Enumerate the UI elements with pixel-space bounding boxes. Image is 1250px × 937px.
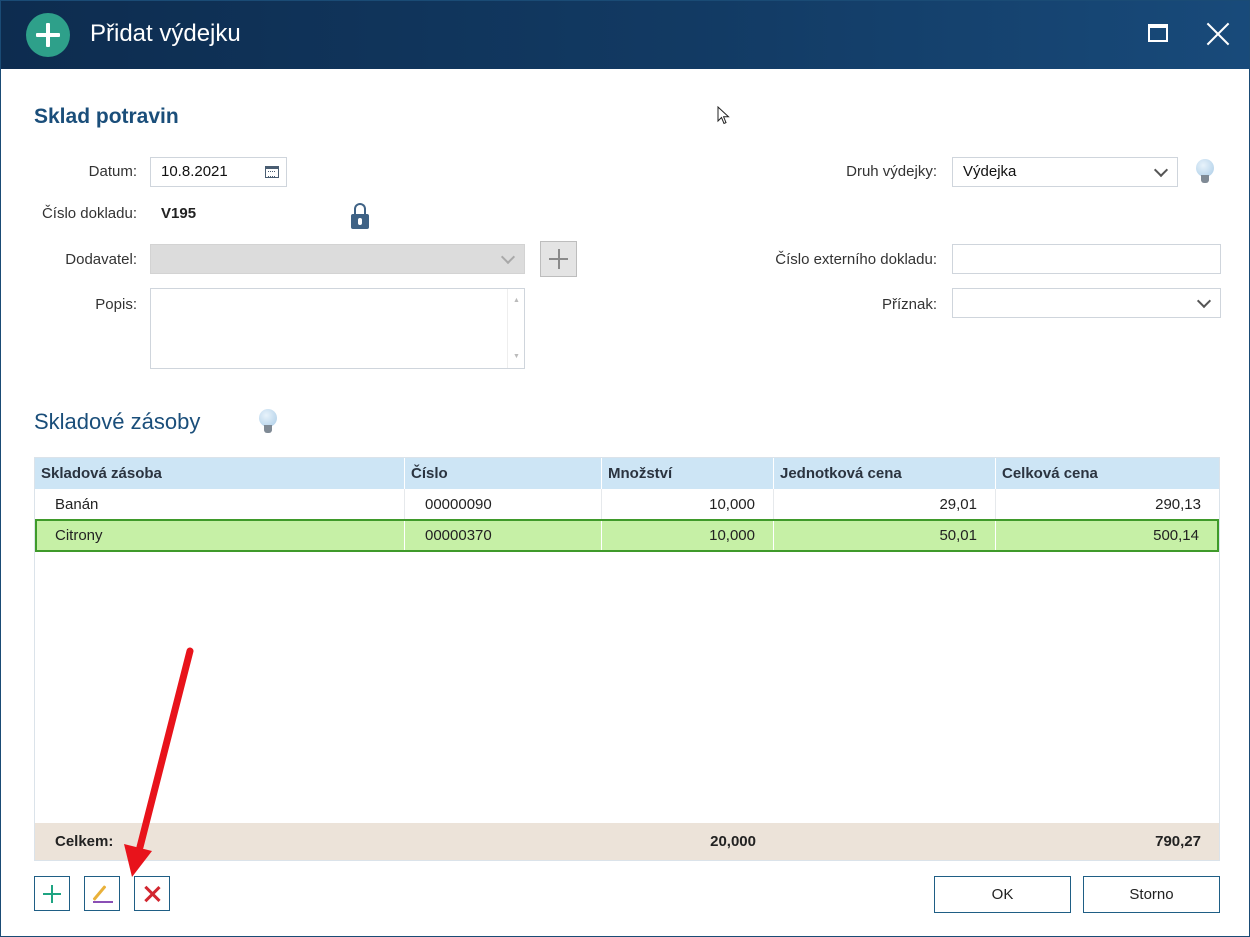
warehouse-title: Sklad potravin [34,105,179,128]
cell-item: Banán [35,489,405,520]
doc-number-label: Číslo dokladu: [41,205,137,222]
column-header-total-price[interactable]: Celková cena [996,458,1219,489]
lightbulb-icon[interactable] [1195,159,1215,187]
doc-number-value: V195 [161,205,197,222]
issue-type-label: Druh výdejky: [846,163,937,180]
table-row[interactable]: Banán 00000090 10,000 29,01 290,13 [35,489,1219,520]
column-header-item[interactable]: Skladová zásoba [35,458,405,489]
stock-section-title: Skladové zásoby [34,409,201,434]
add-item-button[interactable] [34,876,70,911]
cell-number: 00000090 [405,489,602,520]
cell-quantity: 10,000 [602,521,774,550]
window-title: Přidat výdejku [90,20,241,47]
cell-number: 00000370 [405,521,602,550]
grid-footer-row: Celkem: 20,000 790,27 [35,823,1219,860]
add-circle-icon [26,13,70,57]
cancel-button[interactable]: Storno [1083,876,1220,913]
dialog-window: Přidat výdejku Sklad potravin Datum: 10.… [0,0,1250,937]
chevron-down-icon [1196,293,1212,309]
calendar-icon[interactable] [265,166,279,178]
column-header-unit-price[interactable]: Jednotková cena [774,458,996,489]
date-field[interactable]: 10.8.2021 [150,157,287,187]
external-doc-label: Číslo externího dokladu: [775,251,937,268]
chevron-down-icon [1153,162,1169,178]
edit-item-button[interactable] [84,876,120,911]
flag-label: Příznak: [881,296,937,313]
scroll-up-icon[interactable]: ▲ [513,297,520,304]
issue-type-select[interactable]: Výdejka [952,157,1178,187]
close-icon[interactable] [1205,21,1231,47]
grid-header-row: Skladová zásoba Číslo Množství Jednotkov… [35,458,1219,489]
cell-item: Citrony [37,521,405,550]
footer-total-price: 790,27 [1155,833,1201,850]
cell-quantity: 10,000 [602,489,774,520]
add-supplier-button[interactable] [540,241,577,277]
maximize-icon[interactable] [1148,24,1168,42]
chevron-down-icon [500,249,516,265]
cell-total-price: 290,13 [1155,496,1201,513]
footer-label: Celkem: [55,833,114,850]
stock-grid: Skladová zásoba Číslo Množství Jednotkov… [34,457,1220,861]
column-header-quantity[interactable]: Množství [602,458,774,489]
mouse-cursor-icon [717,106,730,125]
title-bar: Přidat výdejku [1,1,1249,69]
cell-unit-price: 50,01 [774,521,996,550]
column-header-number[interactable]: Číslo [405,458,602,489]
external-doc-input[interactable] [952,244,1221,274]
date-label: Datum: [88,163,137,180]
supplier-label: Dodavatel: [65,251,137,268]
textarea-scrollbar[interactable]: ▲ ▼ [507,289,524,368]
flag-select[interactable] [952,288,1221,318]
lightbulb-icon[interactable] [258,409,278,437]
supplier-select[interactable] [150,244,525,274]
date-value: 10.8.2021 [161,163,228,180]
cell-total-price: 500,14 [1153,527,1199,544]
description-label: Popis: [95,296,137,313]
ok-button[interactable]: OK [934,876,1071,913]
footer-quantity: 20,000 [710,833,756,850]
lock-icon[interactable] [351,203,369,229]
delete-item-button[interactable] [134,876,170,911]
pencil-icon [92,885,107,901]
issue-type-value: Výdejka [963,163,1017,180]
table-row-selected[interactable]: Citrony 00000370 10,000 50,01 500,14 [35,519,1219,552]
description-textarea[interactable]: ▲ ▼ [150,288,525,369]
cell-unit-price: 29,01 [774,489,996,520]
scroll-down-icon[interactable]: ▼ [513,353,520,360]
